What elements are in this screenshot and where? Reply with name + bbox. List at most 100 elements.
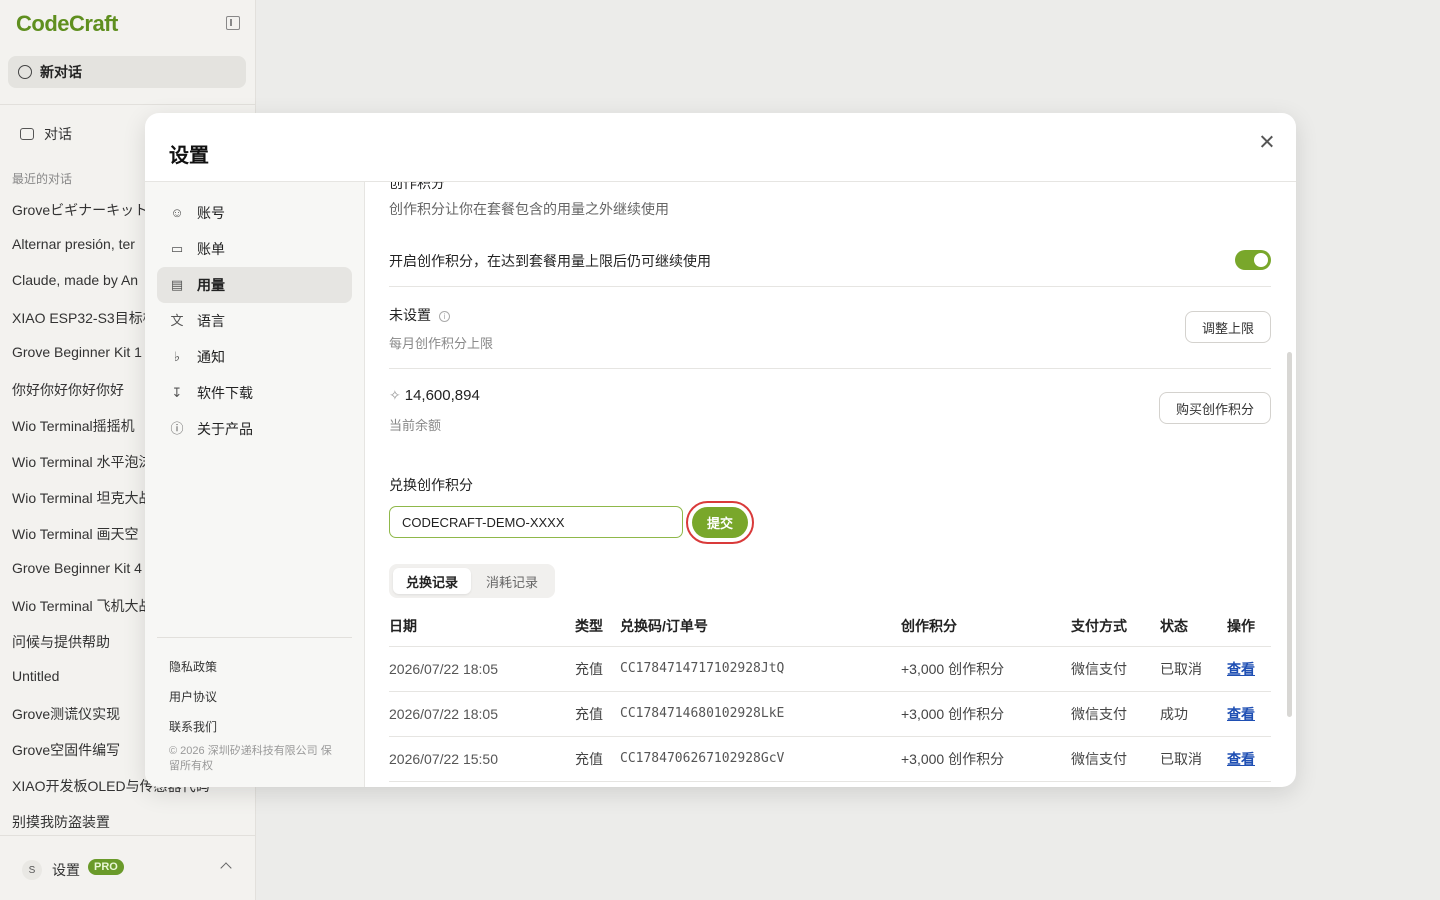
redeem-code-input[interactable] [389,506,683,538]
cell-order-id: CC1784714717102928JtQ [620,646,901,692]
view-link[interactable]: 查看 [1227,706,1255,722]
chats-nav-label: 对话 [44,126,72,142]
cell-credits: +3,000 创作积分 [901,691,1071,737]
plan-badge: PRO [88,859,124,875]
balance-description: 当前余额 [389,418,442,433]
divider [157,637,352,638]
records-tabs: 兑换记录 消耗记录 [389,564,555,598]
privacy-policy-link[interactable]: 隐私政策 [169,658,217,675]
new-chat-button[interactable]: 新对话 [8,56,246,88]
nav-item-label: 关于产品 [197,421,253,437]
sparkle-icon: ✧ [389,387,401,403]
column-header: 操作 [1227,606,1271,647]
buy-credits-button[interactable]: 购买创作积分 [1159,392,1271,424]
cell-credits: +3,000 创作积分 [901,646,1071,692]
cell-status: 成功 [1160,691,1227,737]
nav-item-notifications[interactable]: ♭ 通知 [157,339,352,375]
column-header: 日期 [389,606,575,647]
nav-item-label: 通知 [197,349,225,365]
card-icon: ▭ [170,241,184,256]
copyright-text: © 2026 深圳矽递科技有限公司 保留所有权 [169,745,332,772]
view-link[interactable]: 查看 [1227,751,1255,767]
cell-status: 已取消 [1160,736,1227,782]
records-table: 日期 类型 兑换码/订单号 创作积分 支付方式 状态 操作 2026/07/22… [389,606,1271,782]
cell-date: 2026/07/22 18:05 [389,691,575,737]
nav-item-downloads[interactable]: ↧ 软件下载 [157,375,352,411]
view-link[interactable]: 查看 [1227,661,1255,677]
avatar: S [22,860,42,880]
cell-payment: 微信支付 [1071,646,1160,692]
tab-consumption-records[interactable]: 消耗记录 [477,568,547,594]
bar-chart-icon: ▤ [170,277,184,292]
contact-us-link[interactable]: 联系我们 [169,718,217,735]
chats-icon [20,128,34,140]
nav-item-about[interactable]: ⓘ 关于产品 [157,411,352,447]
new-chat-label: 新对话 [40,64,82,80]
adjust-limit-button[interactable]: 调整上限 [1185,311,1271,343]
table-row: 2026/07/22 18:05 充值 CC1784714680102928Lk… [389,691,1271,737]
column-header: 状态 [1160,606,1227,647]
info-icon: ⓘ [170,421,184,436]
submit-highlight: 提交 [686,501,754,544]
sidebar-toggle-icon[interactable] [226,16,240,30]
cell-action: 查看 [1227,736,1271,782]
table-row: 2026/07/22 18:05 充值 CC1784714717102928Jt… [389,646,1271,692]
cell-action: 查看 [1227,646,1271,692]
redeem-label: 兑换创作积分 [389,477,473,493]
column-header: 支付方式 [1071,606,1160,647]
cell-date: 2026/07/22 18:05 [389,646,575,692]
table-row: 2026/07/22 15:50 充值 CC1784706267102928Gc… [389,736,1271,782]
chevron-up-icon [220,862,232,874]
tab-redeem-records[interactable]: 兑换记录 [393,568,471,594]
section-description: 创作积分让你在套餐包含的用量之外继续使用 [389,201,669,217]
translate-icon: 文 [170,313,184,328]
nav-item-label: 账号 [197,205,225,221]
nav-item-account[interactable]: ☺ 账号 [157,195,352,231]
download-icon: ↧ [171,385,183,400]
divider [389,368,1271,369]
table-header-row: 日期 类型 兑换码/订单号 创作积分 支付方式 状态 操作 [389,606,1271,647]
column-header: 创作积分 [901,606,1071,647]
cell-type: 充值 [575,646,620,692]
usage-panel: 创作积分 创作积分让你在套餐包含的用量之外继续使用 开启创作积分，在达到套餐用量… [365,182,1296,787]
cell-order-id: CC1784714680102928LkE [620,691,901,737]
chat-bubble-icon [18,65,32,79]
close-icon[interactable] [1258,133,1276,151]
enable-credits-toggle[interactable] [1235,250,1271,270]
user-icon: ☺ [170,205,184,220]
nav-item-usage[interactable]: ▤ 用量 [157,267,352,303]
modal-title: 设置 [169,145,209,167]
cell-payment: 微信支付 [1071,691,1160,737]
limit-description: 每月创作积分上限 [389,336,494,351]
chats-nav-item[interactable]: 对话 [20,124,72,144]
cell-type: 充值 [575,736,620,782]
limit-value-text: 未设置 [389,307,431,323]
column-header: 兑换码/订单号 [620,606,901,647]
nav-item-label: 软件下载 [197,385,253,401]
nav-item-label: 用量 [197,277,225,293]
cell-status: 已取消 [1160,646,1227,692]
recent-chats-heading: 最近的对话 [12,172,73,186]
balance-value: 14,600,894 [404,387,480,404]
nav-item-label: 账单 [197,241,225,257]
settings-nav: ☺ 账号 ▭ 账单 ▤ 用量 文 语言 ♭ 通知 ↧ 软件下载 ⓘ 关于产品 隐… [145,182,365,787]
balance: ✧ 14,600,894 [389,387,480,404]
submit-button[interactable]: 提交 [692,507,748,538]
app-logo: CodeCraft [16,11,118,36]
user-menu[interactable]: S 设置 PRO [0,835,256,900]
column-header: 类型 [575,606,620,647]
nav-item-label: 语言 [197,313,225,329]
section-header: 创作积分 [389,182,445,191]
nav-item-language[interactable]: 文 语言 [157,303,352,339]
user-agreement-link[interactable]: 用户协议 [169,688,217,705]
user-settings-label: 设置 [52,862,80,878]
cell-date: 2026/07/22 15:50 [389,736,575,782]
settings-modal: 设置 ☺ 账号 ▭ 账单 ▤ 用量 文 语言 ♭ 通知 ↧ 软件下载 ⓘ 关于产… [145,113,1296,787]
divider [389,286,1271,287]
nav-item-billing[interactable]: ▭ 账单 [157,231,352,267]
cell-type: 充值 [575,691,620,737]
scrollbar[interactable] [1287,352,1292,717]
bell-icon: ♭ [173,349,181,364]
enable-credits-label: 开启创作积分，在达到套餐用量上限后仍可继续使用 [389,253,711,269]
info-icon[interactable]: i [439,311,450,322]
